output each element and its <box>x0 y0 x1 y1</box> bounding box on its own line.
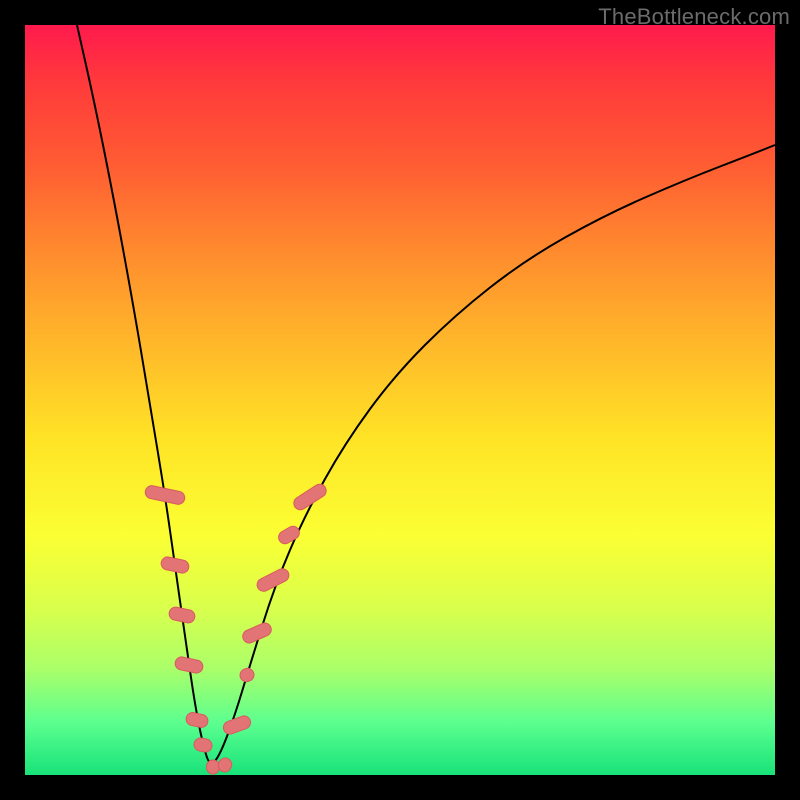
bottleneck-curve <box>77 25 775 763</box>
bead <box>238 666 256 683</box>
bead <box>185 711 209 728</box>
bead <box>193 737 213 753</box>
bead <box>222 714 253 736</box>
bead <box>255 566 291 593</box>
bottleneck-plot <box>25 25 775 775</box>
chart-frame <box>25 25 775 775</box>
bead <box>174 656 204 675</box>
bead <box>207 760 220 774</box>
bead <box>160 556 190 575</box>
bead <box>276 524 302 546</box>
bead <box>168 606 196 624</box>
watermark-label: TheBottleneck.com <box>598 4 790 30</box>
